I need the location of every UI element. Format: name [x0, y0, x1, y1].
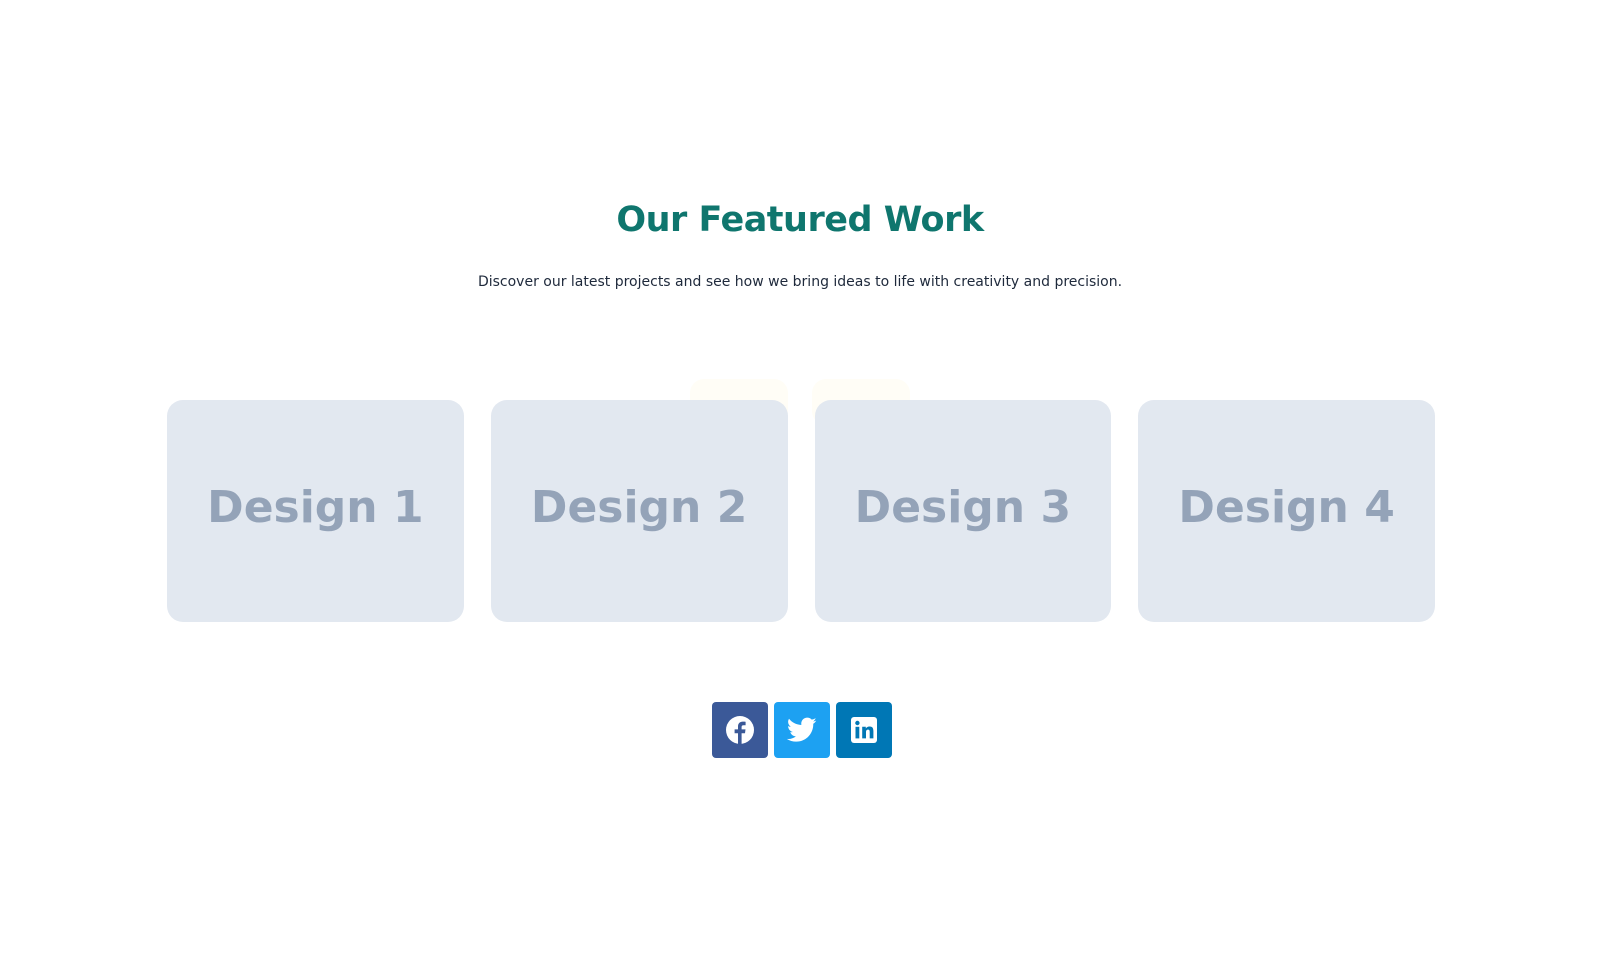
portfolio-card-label: Design 3: [854, 481, 1072, 533]
portfolio-card-label: Design 2: [530, 481, 748, 533]
portfolio-grid: Design 1 Design 2 Design 3 Design 4: [167, 400, 1435, 622]
portfolio-card-design-4[interactable]: Design 4: [1138, 400, 1435, 622]
facebook-button[interactable]: [712, 702, 768, 758]
portfolio-card-design-3[interactable]: Design 3: [814, 400, 1112, 622]
section-subtitle: Discover our latest projects and see how…: [477, 274, 1123, 290]
featured-work-section: Our Featured Work Discover our latest pr…: [0, 0, 1600, 978]
section-title: Our Featured Work: [616, 200, 984, 240]
twitter-icon: [787, 717, 817, 743]
portfolio-card-design-2[interactable]: Design 2: [490, 400, 788, 622]
portfolio-card-label: Design 4: [1178, 481, 1395, 533]
linkedin-button[interactable]: [836, 702, 892, 758]
portfolio-card-design-1[interactable]: Design 1: [167, 400, 464, 622]
linkedin-icon: [850, 716, 878, 744]
twitter-button[interactable]: [774, 702, 830, 758]
facebook-icon: [725, 715, 755, 745]
portfolio-card-label: Design 1: [207, 481, 424, 533]
social-links: [712, 702, 892, 758]
